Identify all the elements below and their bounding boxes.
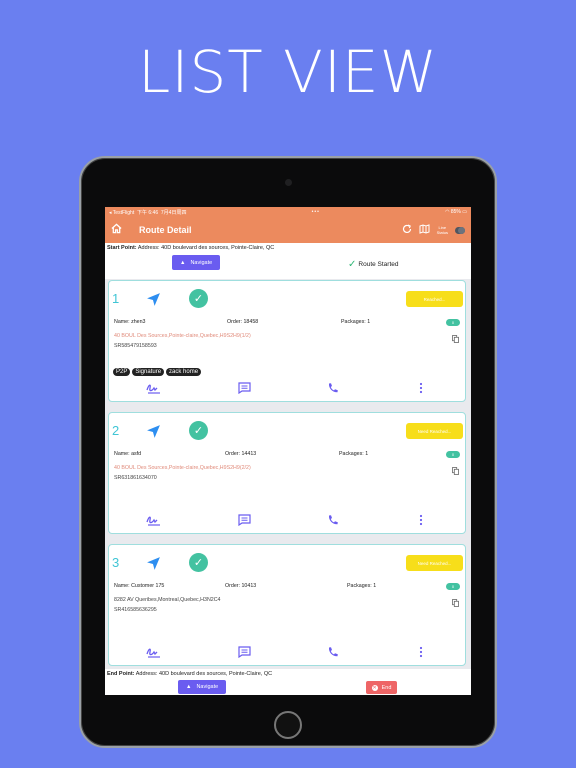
stop-address[interactable]: 8282 AV Queribes,Montreal,Quebec,H3N2C4 <box>114 597 221 603</box>
app-screen: ◂ TestFlight 下午 6:46 7月4日周四 ••• ◠ 85% ▭ … <box>105 207 471 695</box>
stop-number: 1 <box>112 291 120 306</box>
wifi-icon: ◠ <box>445 209 450 215</box>
status-right: ◠ 85% ▭ <box>445 209 467 215</box>
stop-number: 3 <box>112 555 120 570</box>
stop-actions <box>109 645 467 659</box>
customer-name: Name: Customer 175 <box>114 583 165 589</box>
promo-headline: LIST VIEW <box>138 38 438 106</box>
close-icon: ✕ <box>371 684 378 691</box>
app-bar-actions: Line Status <box>402 221 465 239</box>
navigate-icon: ▲ <box>186 684 192 690</box>
copy-icon[interactable] <box>452 594 459 607</box>
more-icon[interactable] <box>413 645 429 659</box>
need-reached-button[interactable]: Need Reached... <box>406 555 463 571</box>
customer-name: Name: zhen3 <box>114 319 146 325</box>
end-point-label: End Point: <box>107 671 135 677</box>
end-navigate-button[interactable]: ▲ Navigate <box>178 680 227 694</box>
phone-icon[interactable] <box>325 381 341 395</box>
completed-check-icon[interactable]: ✓ <box>189 553 208 572</box>
package-count: Packages: 1 <box>347 583 377 589</box>
navigate-label: Navigate <box>190 259 213 266</box>
navigate-label: Navigate <box>196 684 219 690</box>
stop-tag: Signature <box>132 368 165 376</box>
battery-percent: 85% <box>450 209 461 215</box>
route-started-label: Route Started <box>358 261 399 268</box>
more-icon[interactable] <box>413 513 429 527</box>
front-camera <box>285 179 292 186</box>
battery-icon: ▭ <box>462 209 467 215</box>
tracking-number: SR631861634070 <box>114 475 157 481</box>
tag-list: P2P Signature zack home <box>113 368 202 376</box>
stop-card[interactable]: 3 ✓ Need Reached... Name: Customer 175 O… <box>108 544 466 666</box>
map-icon[interactable] <box>419 221 430 239</box>
status-time: 下午 6:46 <box>137 209 159 216</box>
customer-name: Name: asfd <box>114 451 142 457</box>
toggle-label-line-2: Status <box>436 230 448 235</box>
status-pill[interactable]: 0 <box>446 583 460 590</box>
message-icon[interactable] <box>236 513 252 527</box>
status-toggle-label: Line Status <box>437 225 448 235</box>
page-title: Route Detail <box>139 225 192 235</box>
order-number: Order: 10413 <box>225 583 257 589</box>
navigate-icon: ▲ <box>180 259 186 266</box>
package-count: Packages: 1 <box>339 451 369 457</box>
stop-address[interactable]: 40 BOUL Des Sources,Pointe-claire,Quebec… <box>114 465 251 471</box>
check-icon: ✓ <box>348 259 357 270</box>
phone-icon[interactable] <box>325 513 341 527</box>
message-icon[interactable] <box>236 645 252 659</box>
signature-icon[interactable] <box>145 381 161 395</box>
status-date: 7月4日周四 <box>160 209 187 216</box>
carrier-label: ◂ TestFlight <box>109 209 135 216</box>
status-toggle[interactable] <box>455 226 465 234</box>
completed-check-icon[interactable]: ✓ <box>189 289 208 308</box>
stop-tag: zack home <box>166 368 202 376</box>
package-count: Packages: 1 <box>341 319 371 325</box>
completed-check-icon[interactable]: ✓ <box>189 421 208 440</box>
stop-tag: P2P <box>113 368 131 376</box>
start-point-address: Address: 40D boulevard des sources, Poin… <box>137 245 275 251</box>
home-icon[interactable] <box>111 221 122 239</box>
start-navigate-button[interactable]: ▲ Navigate <box>172 255 221 270</box>
stop-actions <box>109 513 467 527</box>
more-icon[interactable] <box>413 381 429 395</box>
route-started-status: ✓ Route Started <box>348 259 399 270</box>
start-point-bar: Start Point: Address: 40D boulevard des … <box>105 243 471 279</box>
end-point-address: Address: 40D boulevard des sources, Poin… <box>135 671 273 677</box>
status-left: ◂ TestFlight 下午 6:46 7月4日周四 <box>109 209 186 216</box>
start-point-label: Start Point: <box>107 245 137 251</box>
app-bar: Route Detail Line Status <box>105 217 471 243</box>
copy-icon[interactable] <box>452 462 459 475</box>
home-button[interactable] <box>274 711 302 739</box>
status-pill[interactable]: 0 <box>446 319 460 326</box>
stop-address[interactable]: 40 BOUL Des Sources,Pointe-claire,Quebec… <box>114 333 251 339</box>
stop-number: 2 <box>112 423 120 438</box>
refresh-icon[interactable] <box>402 221 412 239</box>
end-route-button[interactable]: ✕ End <box>366 681 397 694</box>
stop-card[interactable]: 1 ✓ Reached... Name: zhen3 Order: 18458 … <box>108 280 466 402</box>
phone-icon[interactable] <box>325 645 341 659</box>
navigation-arrow-icon[interactable] <box>146 292 161 312</box>
status-pill[interactable]: 0 <box>446 451 460 458</box>
multitask-dots: ••• <box>311 209 320 215</box>
order-number: Order: 14413 <box>225 451 257 457</box>
need-reached-button[interactable]: Need Reached... <box>406 423 463 439</box>
need-reached-button[interactable]: Reached... <box>406 291 463 307</box>
message-icon[interactable] <box>236 381 252 395</box>
navigation-arrow-icon[interactable] <box>146 424 161 444</box>
stop-card[interactable]: 2 ✓ Need Reached... Name: asfd Order: 14… <box>108 412 466 534</box>
signature-icon[interactable] <box>145 645 161 659</box>
signature-icon[interactable] <box>145 513 161 527</box>
status-bar: ◂ TestFlight 下午 6:46 7月4日周四 ••• ◠ 85% ▭ <box>105 207 471 217</box>
tracking-number: SR416585636295 <box>114 607 157 613</box>
order-number: Order: 18458 <box>227 319 259 325</box>
navigation-arrow-icon[interactable] <box>146 556 161 576</box>
copy-icon[interactable] <box>452 330 459 343</box>
stop-actions <box>109 381 467 395</box>
end-point-bar: End Point: Address: 40D boulevard des so… <box>105 669 471 695</box>
tracking-number: SR585479158593 <box>114 343 157 349</box>
end-label: End <box>381 684 392 691</box>
